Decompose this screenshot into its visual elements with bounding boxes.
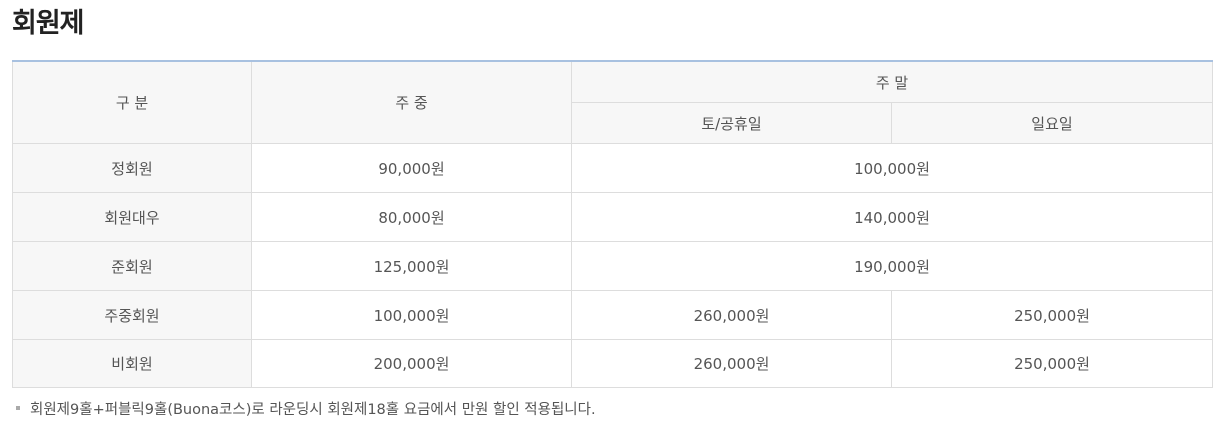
- row-label: 주중회원: [12, 290, 252, 340]
- discount-note: 회원제9홀+퍼블릭9홀(Buona코스)로 라운딩시 회원제18홀 요금에서 만…: [16, 399, 596, 421]
- header-saturday-holiday: 토/공휴일: [571, 102, 892, 144]
- row-label: 정회원: [12, 143, 252, 193]
- header-category: 구 분: [12, 60, 252, 144]
- table-row: 회원대우 80,000원 140,000원: [12, 192, 1213, 242]
- table-row: 비회원 200,000원 260,000원 250,000원: [12, 339, 1213, 388]
- note-text: 회원제9홀+퍼블릭9홀(Buona코스)로 라운딩시 회원제18홀 요금에서 만…: [30, 402, 596, 418]
- bullet-icon: [16, 406, 20, 410]
- table-header-row: 구 분 주 중 주 말: [12, 60, 1213, 144]
- weekend-fee: 140,000원: [571, 192, 1213, 242]
- weekday-fee: 90,000원: [251, 143, 572, 193]
- header-weekday: 주 중: [251, 60, 572, 144]
- sunday-fee: 250,000원: [891, 339, 1213, 388]
- header-weekend: 주 말: [571, 60, 1213, 103]
- header-sunday: 일요일: [891, 102, 1213, 144]
- row-label: 비회원: [12, 339, 252, 388]
- table-row: 주중회원 100,000원 260,000원 250,000원: [12, 290, 1213, 340]
- saturday-holiday-fee: 260,000원: [571, 339, 892, 388]
- row-label: 회원대우: [12, 192, 252, 242]
- table-row: 준회원 125,000원 190,000원: [12, 241, 1213, 291]
- weekend-fee: 190,000원: [571, 241, 1213, 291]
- weekday-fee: 200,000원: [251, 339, 572, 388]
- weekend-fee: 100,000원: [571, 143, 1213, 193]
- saturday-holiday-fee: 260,000원: [571, 290, 892, 340]
- table-row: 정회원 90,000원 100,000원: [12, 143, 1213, 193]
- page-title: 회원제: [12, 8, 85, 39]
- sunday-fee: 250,000원: [891, 290, 1213, 340]
- membership-fee-table: 구 분 주 중 주 말 토/공휴일 일요일 정회원 90,000원 100,00…: [12, 60, 1213, 388]
- weekday-fee: 80,000원: [251, 192, 572, 242]
- weekday-fee: 125,000원: [251, 241, 572, 291]
- row-label: 준회원: [12, 241, 252, 291]
- weekday-fee: 100,000원: [251, 290, 572, 340]
